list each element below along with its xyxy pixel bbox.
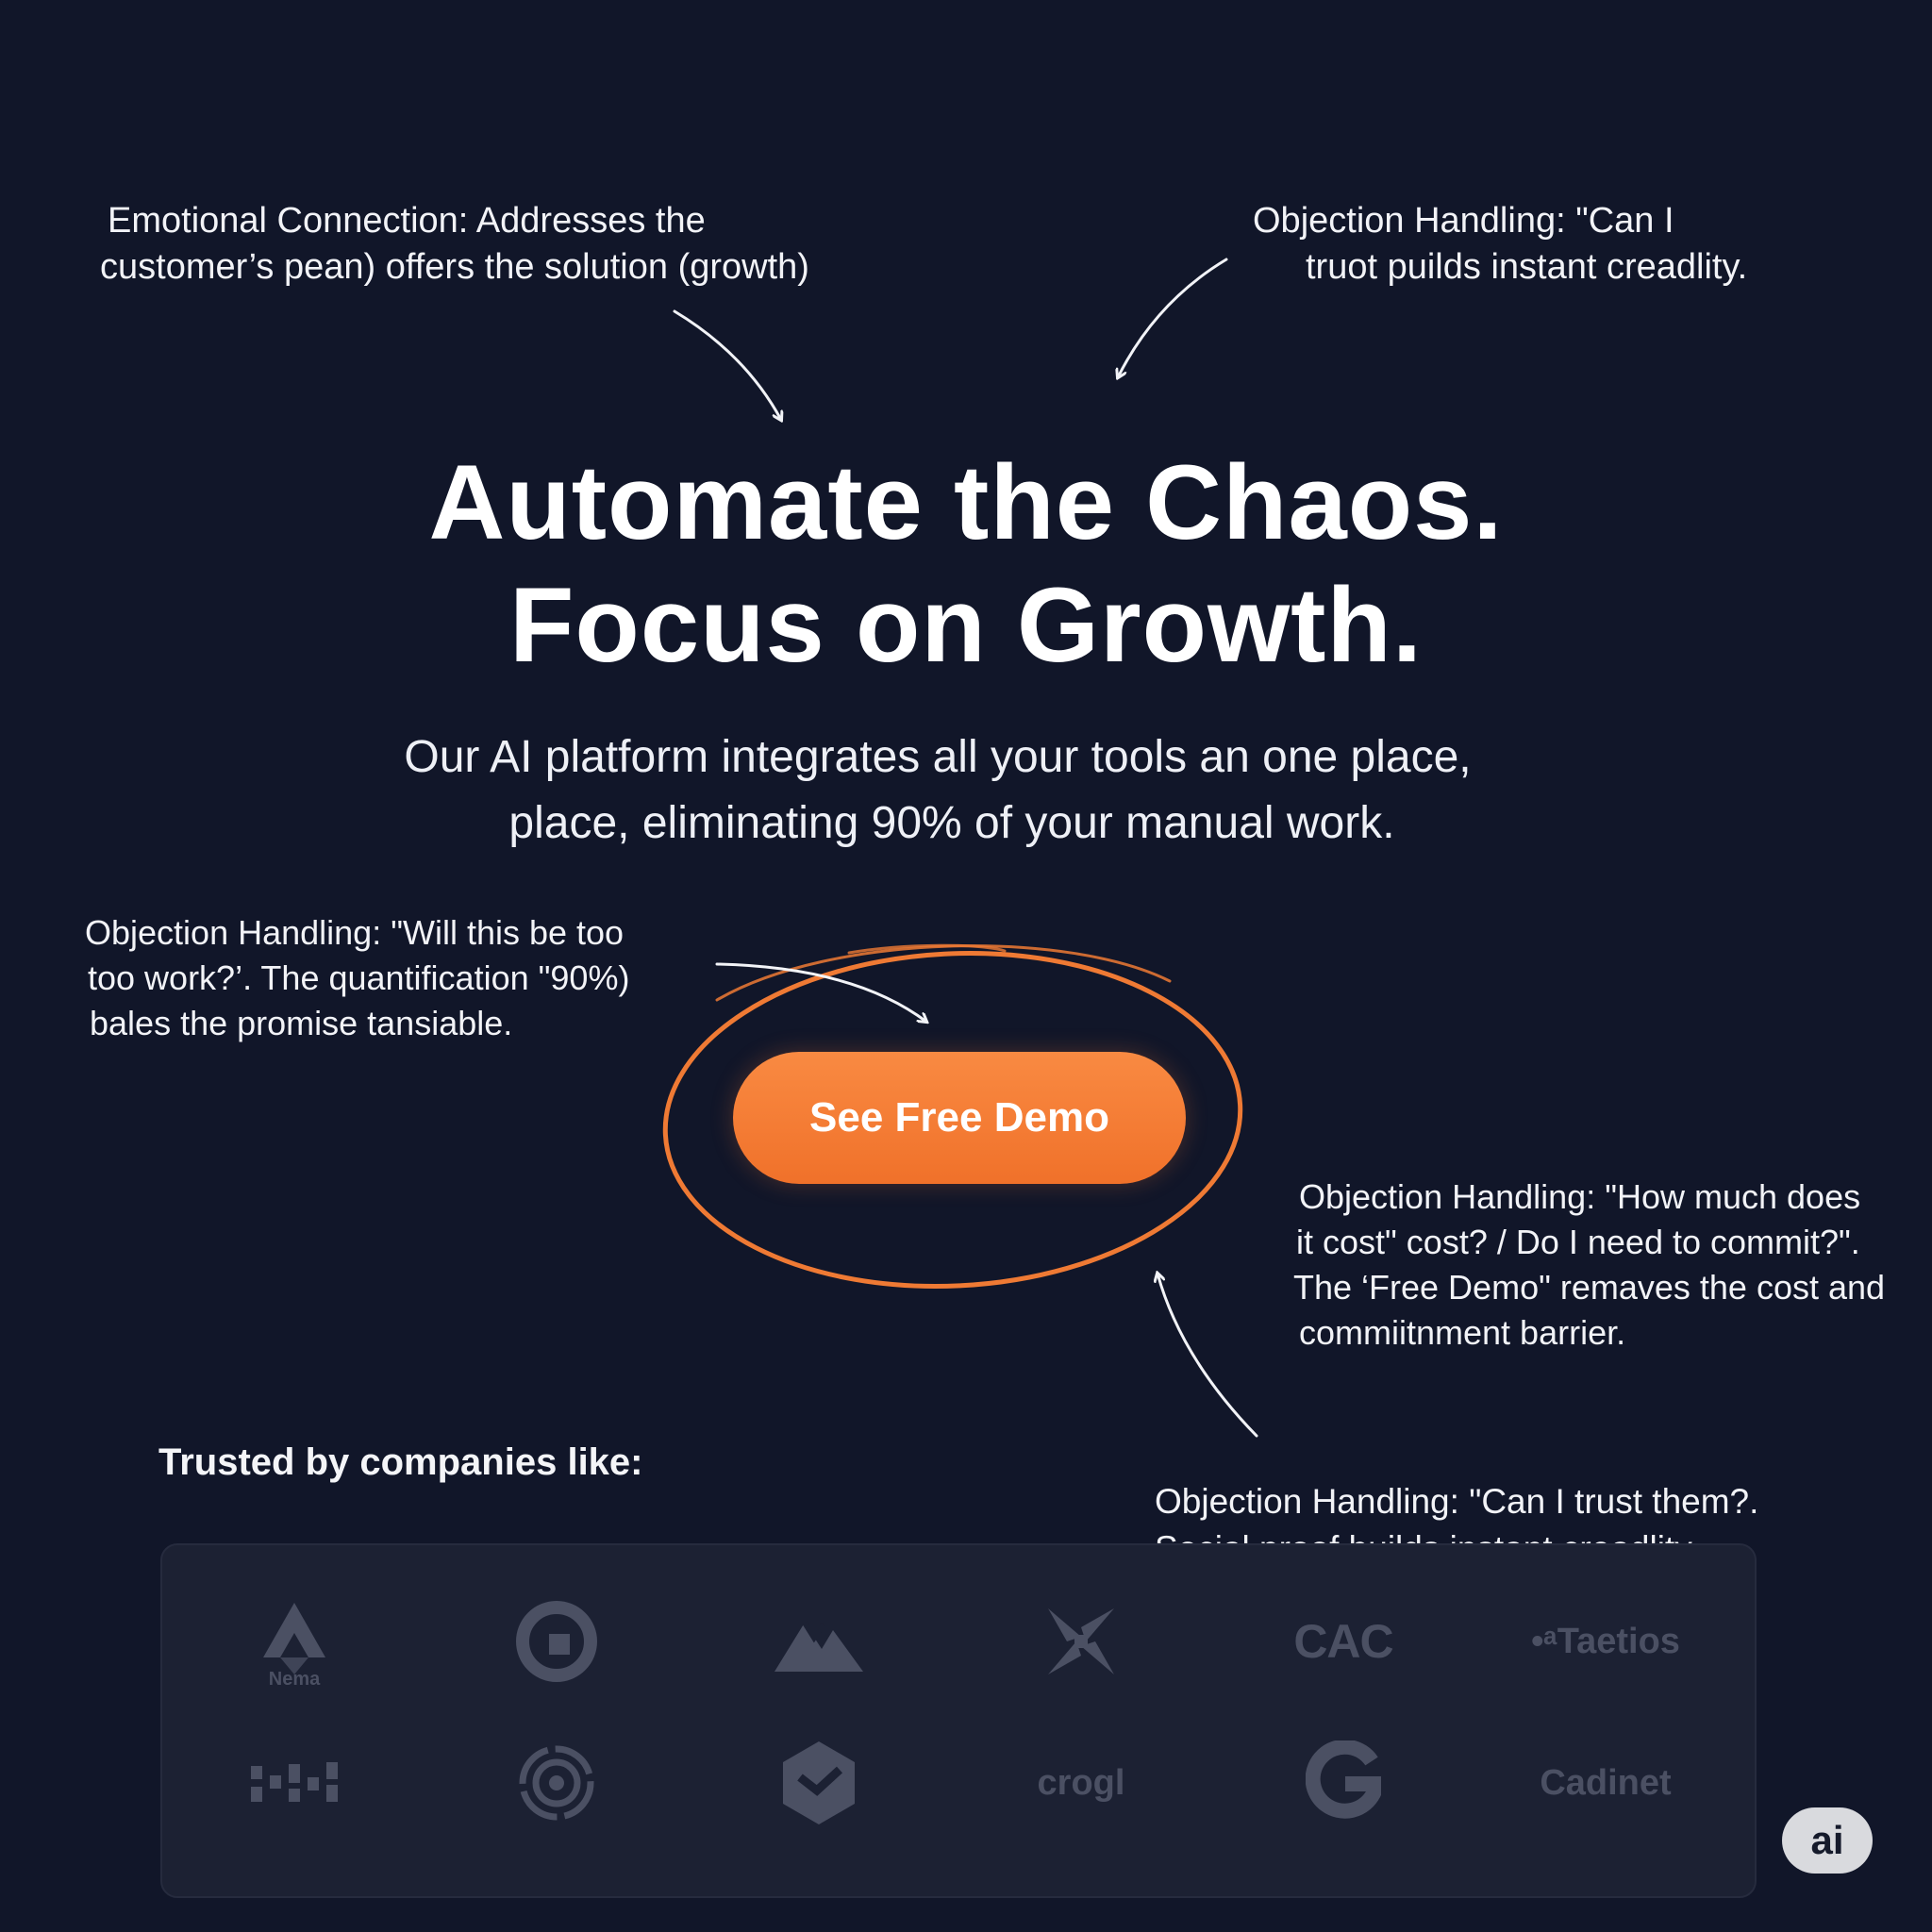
company-logo-3 bbox=[724, 1585, 913, 1698]
trusted-heading: Trusted by companies like: bbox=[158, 1441, 643, 1483]
company-logo-6 bbox=[462, 1726, 651, 1840]
company-logo-5 bbox=[200, 1726, 389, 1840]
company-logo-taetios: •ᵃTaetios bbox=[1511, 1585, 1700, 1698]
company-logo-cac: CAC bbox=[1249, 1585, 1438, 1698]
pinwheel-logo-icon bbox=[1048, 1608, 1114, 1674]
logo-caption: Nema bbox=[268, 1669, 321, 1690]
hexagon-logo-icon bbox=[783, 1741, 855, 1824]
arrow-emotional-icon bbox=[673, 309, 781, 420]
ai-badge: ai bbox=[1782, 1807, 1873, 1874]
logo-wordmark: CAC bbox=[1293, 1615, 1393, 1668]
arrow-credibility-icon bbox=[1118, 258, 1228, 377]
dots-logo-icon bbox=[251, 1762, 338, 1802]
logo-wordmark: •ᵃTaetios bbox=[1531, 1621, 1680, 1661]
mountain-logo-icon bbox=[774, 1621, 863, 1672]
target-logo-icon bbox=[519, 1745, 594, 1821]
logo-panel: Nema CAC •ᵃTaetios crogl Cadinet bbox=[160, 1543, 1757, 1898]
arrow-work-icon bbox=[715, 962, 926, 1022]
highlight-circle bbox=[662, 943, 1243, 1289]
arrow-cost-icon bbox=[1158, 1274, 1258, 1438]
company-logo-4 bbox=[987, 1585, 1175, 1698]
company-logo-g bbox=[1249, 1726, 1438, 1840]
logo-wordmark: Cadinet bbox=[1540, 1762, 1672, 1803]
logo-wordmark: crogl bbox=[1037, 1762, 1125, 1803]
company-logo-crogl: crogl bbox=[987, 1726, 1175, 1840]
g-logo-icon bbox=[1306, 1740, 1381, 1819]
company-logo-cadinet: Cadinet bbox=[1511, 1726, 1700, 1840]
company-logo-7 bbox=[724, 1726, 913, 1840]
company-logo-nema: Nema bbox=[200, 1585, 389, 1698]
company-logo-2 bbox=[462, 1585, 651, 1698]
ring-square-logo-icon bbox=[516, 1601, 597, 1682]
